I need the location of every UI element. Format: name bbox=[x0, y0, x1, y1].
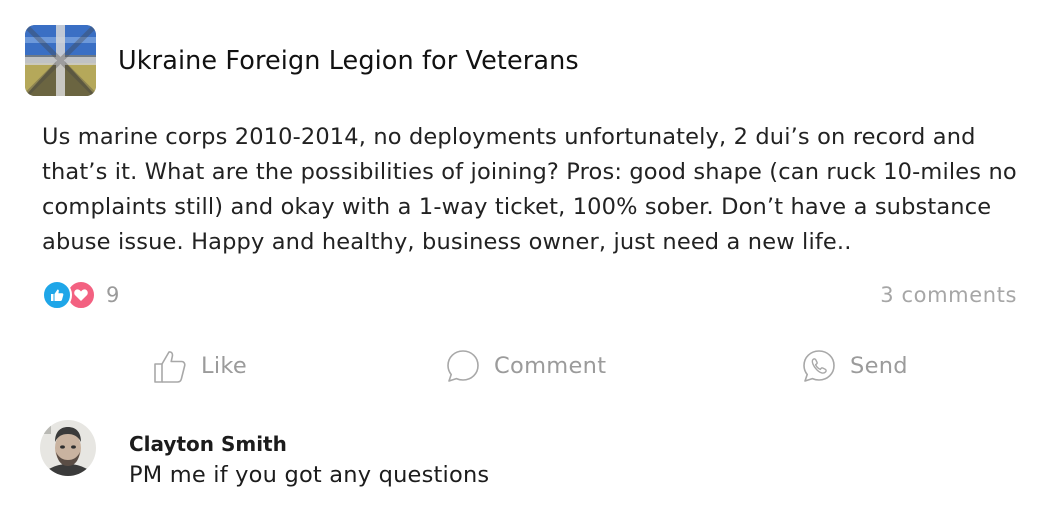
group-avatar[interactable] bbox=[25, 25, 96, 96]
like-reaction-icon bbox=[42, 280, 72, 310]
group-avatar-flag-icon bbox=[25, 25, 96, 96]
comment-item: Clayton Smith PM me if you got any quest… bbox=[40, 420, 489, 492]
messenger-send-icon bbox=[803, 350, 835, 382]
reactions-summary[interactable]: 9 bbox=[42, 280, 119, 310]
like-button[interactable]: Like bbox=[153, 348, 247, 384]
group-header: Ukraine Foreign Legion for Veterans bbox=[25, 25, 579, 96]
comment-button[interactable]: Comment bbox=[446, 348, 606, 384]
comment-label: Comment bbox=[494, 353, 607, 379]
comment-bubble-icon bbox=[447, 350, 479, 382]
thumbs-up-icon bbox=[154, 351, 186, 383]
send-button[interactable]: Send bbox=[802, 348, 908, 384]
post-body: Us marine corps 2010-2014, no deployment… bbox=[42, 124, 1017, 255]
comment-content: Clayton Smith PM me if you got any quest… bbox=[129, 432, 489, 492]
comment-text: PM me if you got any questions bbox=[129, 462, 490, 488]
group-name[interactable]: Ukraine Foreign Legion for Veterans bbox=[118, 46, 579, 76]
commenter-name[interactable]: Clayton Smith bbox=[129, 432, 489, 456]
commenter-avatar-photo bbox=[40, 420, 96, 476]
like-label: Like bbox=[201, 353, 248, 379]
action-bar: Like Comment Send bbox=[0, 348, 1060, 388]
reaction-count: 9 bbox=[106, 283, 120, 307]
commenter-avatar[interactable] bbox=[40, 420, 96, 476]
send-label: Send bbox=[850, 353, 908, 379]
comments-count-link[interactable]: 3 comments bbox=[880, 283, 1017, 307]
